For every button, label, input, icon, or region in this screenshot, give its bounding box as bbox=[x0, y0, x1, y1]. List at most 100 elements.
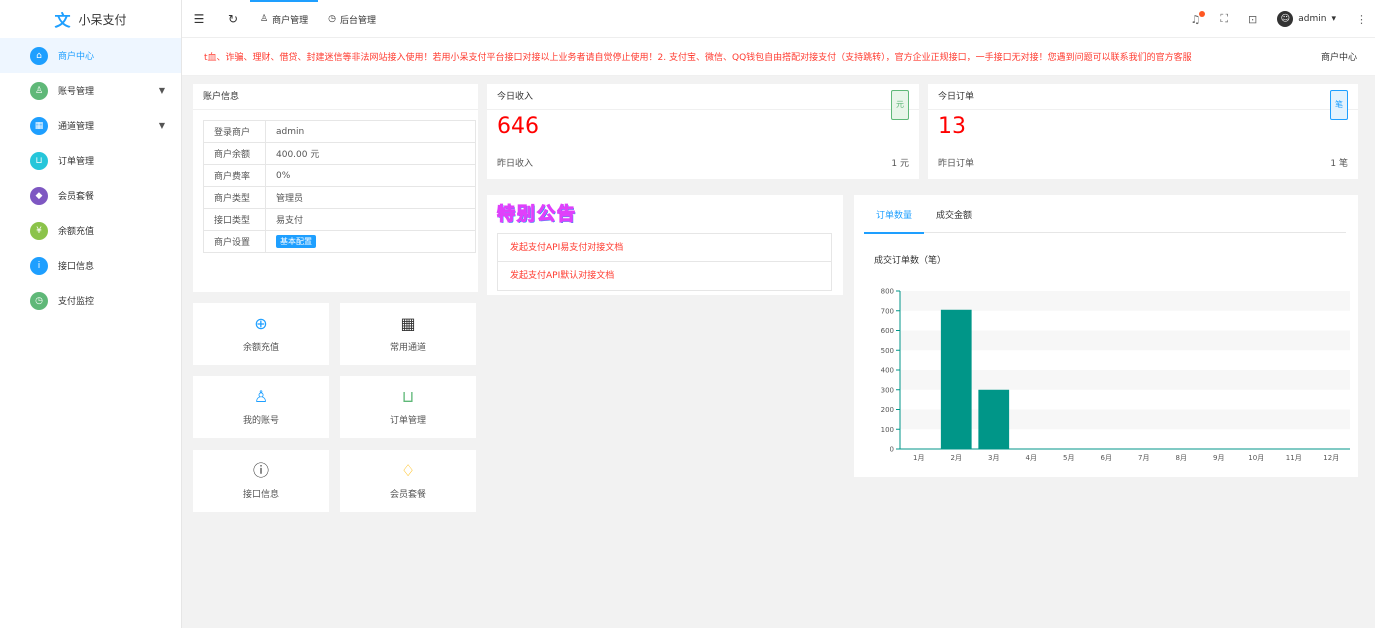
announcement-link[interactable]: 发起支付API易支付对接文档 bbox=[498, 234, 831, 262]
orders-bar-chart: 成交订单数（笔） 0 100 200 300 400 500 600 700 800 1月 2月 3月 4… bbox=[874, 254, 1350, 462]
sidebar-item-label: 订单管理 bbox=[58, 157, 95, 167]
y-tick-label: 400 bbox=[881, 367, 894, 375]
y-tick-label: 600 bbox=[881, 327, 894, 335]
cart-icon: ⊔ bbox=[401, 386, 415, 406]
yen-circle-icon: ⊕ bbox=[254, 313, 268, 333]
lock-icon[interactable]: ⊡ bbox=[1248, 13, 1257, 26]
apps-icon: ▦ bbox=[400, 313, 416, 333]
username: admin bbox=[1298, 14, 1327, 24]
account-panel-title: 账户信息 bbox=[193, 84, 478, 110]
sidebar-item-label: 会员套餐 bbox=[58, 192, 95, 202]
yesterday-orders-value: 1 笔 bbox=[1330, 159, 1348, 169]
x-tick-label: 8月 bbox=[1176, 454, 1187, 462]
account-row-key: 商户费率 bbox=[203, 164, 266, 187]
account-row-value: 管理员 bbox=[265, 186, 476, 209]
sidebar-item[interactable]: ♙ 账号管理 ▼ bbox=[0, 73, 181, 108]
monitor-icon: ◷ bbox=[30, 291, 48, 310]
sidebar-item[interactable]: ⊔ 订单管理 bbox=[0, 143, 181, 178]
x-tick-label: 11月 bbox=[1286, 454, 1302, 462]
account-row: 登录商户 admin bbox=[203, 120, 476, 143]
x-tick-label: 6月 bbox=[1101, 454, 1112, 462]
account-row-value: 易支付 bbox=[265, 208, 476, 231]
info-icon: i bbox=[30, 256, 48, 275]
y-tick-label: 800 bbox=[881, 288, 894, 296]
sidebar-item[interactable]: ⌂ 商户中心 bbox=[0, 38, 181, 73]
tile-label: 我的账号 bbox=[242, 415, 279, 426]
logo[interactable]: ⽂ 小呆支付 bbox=[0, 0, 181, 38]
x-tick-label: 4月 bbox=[1026, 454, 1037, 462]
sidebar-item[interactable]: i 接口信息 bbox=[0, 248, 181, 283]
more-icon[interactable]: ⋮ bbox=[1356, 13, 1367, 26]
notification-bell-icon[interactable]: ♫ bbox=[1190, 10, 1206, 26]
y-tick-label: 0 bbox=[890, 446, 894, 454]
bar bbox=[940, 309, 972, 449]
y-tick-label: 200 bbox=[881, 406, 894, 414]
tab-admin[interactable]: ◷ 后台管理 bbox=[318, 0, 386, 38]
grid-icon: ▦ bbox=[30, 116, 48, 135]
fullscreen-icon[interactable]: ⛶ bbox=[1220, 12, 1228, 26]
yesterday-income-value: 1 元 bbox=[891, 159, 909, 169]
account-row-value: admin bbox=[265, 120, 476, 143]
today-orders-value: 13 bbox=[938, 114, 966, 139]
account-panel: 账户信息 登录商户 admin 商户余额 400.00 元商户费率 0% 商户类型 管理员接… bbox=[193, 84, 478, 292]
notification-dot bbox=[1199, 10, 1206, 17]
diamond-icon: ♢ bbox=[400, 460, 416, 480]
sidebar-item[interactable]: ¥ 余额充值 bbox=[0, 213, 181, 248]
user-icon: ♙ bbox=[253, 386, 269, 406]
sidebar-item[interactable]: ◆ 会员套餐 bbox=[0, 178, 181, 213]
current-page-label: 商户中心 bbox=[1320, 53, 1357, 63]
user-menu[interactable]: ☺ admin ▾ bbox=[1277, 11, 1336, 27]
sidebar-item[interactable]: ◷ 支付监控 bbox=[0, 283, 181, 318]
bar bbox=[978, 389, 1010, 449]
user-icon: ♙ bbox=[30, 81, 48, 100]
quick-tile[interactable]: ♢ 会员套餐 bbox=[340, 450, 476, 512]
yesterday-orders-label: 昨日订单 bbox=[938, 159, 975, 169]
account-row: 商户余额 400.00 元 bbox=[203, 142, 476, 165]
sidebar-item-label: 通道管理 bbox=[58, 122, 95, 132]
diamond-icon: ◆ bbox=[30, 186, 48, 205]
x-tick-label: 3月 bbox=[988, 454, 999, 462]
chart-title: 成交订单数（笔） bbox=[874, 254, 946, 266]
collapse-menu-icon[interactable]: ☰ bbox=[182, 0, 216, 38]
sidebar-item[interactable]: ▦ 通道管理 ▼ bbox=[0, 108, 181, 143]
notice-text: t血、诈骗、理财、借贷、封建迷信等非法网站接入使用！若用小呆支付平台接口对接以上… bbox=[204, 53, 1192, 63]
refresh-icon[interactable]: ↻ bbox=[216, 0, 250, 38]
sidebar-item-label: 商户中心 bbox=[58, 52, 95, 62]
announcement-link[interactable]: 发起支付API默认对接文档 bbox=[498, 262, 831, 290]
x-tick-label: 2月 bbox=[951, 454, 962, 462]
today-income-value: 646 bbox=[497, 114, 539, 139]
today-income-label: 今日收入 bbox=[497, 92, 534, 102]
tab-merchant[interactable]: ♙ 商户管理 bbox=[250, 0, 319, 38]
quick-tile[interactable]: ⊕ 余额充值 bbox=[193, 303, 329, 365]
sidebar: ⽂ 小呆支付 ⌂ 商户中心 ♙ 账号管理 ▼ ▦ 通道管理 ▼ ⊔ 订单管理 ◆ 会员套餐 ¥ 余额充值 i… bbox=[0, 0, 182, 628]
account-row-value: 基本配置 bbox=[265, 230, 476, 253]
app-name: 小呆支付 bbox=[78, 12, 127, 27]
tile-label: 常用通道 bbox=[389, 342, 426, 353]
x-tick-label: 7月 bbox=[1138, 454, 1149, 462]
quick-tile[interactable]: ♙ 我的账号 bbox=[193, 376, 329, 438]
sidebar-item-label: 支付监控 bbox=[58, 297, 95, 307]
caret-down-icon: ▼ bbox=[158, 121, 165, 130]
account-row: 商户费率 0% bbox=[203, 164, 476, 187]
basic-config-button[interactable]: 基本配置 bbox=[276, 235, 316, 248]
quick-tile[interactable]: ⊔ 订单管理 bbox=[340, 376, 476, 438]
account-table: 登录商户 admin 商户余额 400.00 元商户费率 0% 商户类型 管理员 接口类型 易支… bbox=[203, 120, 476, 253]
dashboard-icon: ◷ bbox=[328, 14, 336, 24]
tab-label: 商户管理 bbox=[272, 15, 309, 26]
user-icon: ♙ bbox=[260, 14, 269, 24]
today-orders-label: 今日订单 bbox=[938, 92, 975, 102]
account-row-key: 商户设置 bbox=[203, 230, 266, 253]
quick-tile[interactable]: ⓘ 接口信息 bbox=[193, 450, 329, 512]
account-row-key: 接口类型 bbox=[203, 208, 266, 231]
y-tick-label: 700 bbox=[881, 307, 894, 315]
grid-band bbox=[900, 291, 1350, 311]
today-orders-title: 今日订单 笔 bbox=[928, 84, 1358, 120]
cart-icon: ⊔ bbox=[30, 151, 48, 170]
x-tick-label: 10月 bbox=[1248, 454, 1264, 462]
unit-badge: 元 bbox=[891, 90, 909, 120]
announcement-title: 特别公告 bbox=[496, 203, 577, 225]
chart-panel: 订单数量 成交金额 成交订单数（笔） 0 100 200 300 400 500 600 700… bbox=[854, 195, 1358, 477]
unit-badge: 笔 bbox=[1330, 90, 1348, 120]
quick-tile[interactable]: ▦ 常用通道 bbox=[340, 303, 476, 365]
account-row-value: 0% bbox=[265, 164, 476, 187]
